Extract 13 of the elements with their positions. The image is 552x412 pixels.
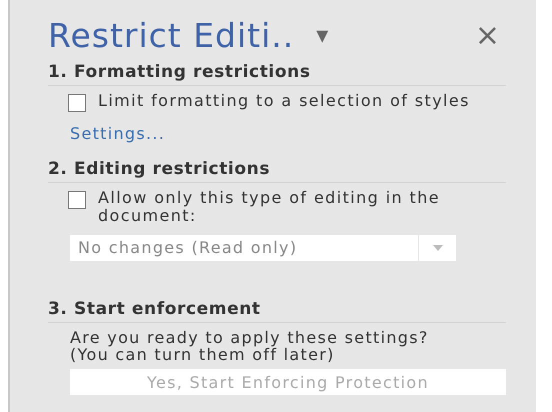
section-heading: 1. Formatting restrictions [48, 58, 506, 86]
pane-menu-caret[interactable]: ▾ [316, 21, 328, 49]
pane-title: Restrict Editi.. [48, 16, 294, 54]
checkbox[interactable] [68, 191, 86, 209]
section-heading: 3. Start enforcement [48, 295, 506, 323]
section-heading: 2. Editing restrictions [48, 155, 506, 183]
close-button[interactable]: × [468, 18, 506, 52]
enforcement-description: Are you ready to apply these settings? (You can turn them off later) [70, 329, 430, 363]
checkbox[interactable] [68, 94, 86, 112]
checkbox-label: Limit formatting to a selection of styles [98, 92, 471, 110]
dropdown-arrow-icon [432, 245, 442, 251]
checkbox-label: Allow only this type of editing in the document: [98, 189, 442, 225]
settings-link[interactable]: Settings... [70, 124, 166, 143]
